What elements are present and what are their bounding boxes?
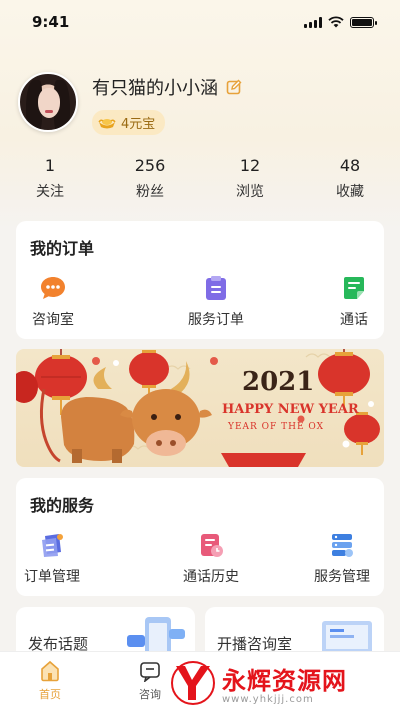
watermark: 永辉资源网 www.yhkjjj.com [166,654,400,711]
avatar[interactable] [18,72,78,132]
service-item-call-history[interactable]: 通话历史 [183,532,239,586]
promo-banner[interactable]: 2021 HAPPY NEW YEAR YEAR OF THE OX [16,349,384,467]
service-manage-icon [332,534,353,557]
chat-icon [140,662,160,682]
orders-items: 咨询室 服务订单 通话 [16,275,384,329]
orders-title: 我的订单 [30,239,95,258]
stat-value: 12 [239,156,261,175]
stat-following[interactable]: 1 关注 [0,156,100,201]
stat-favorites[interactable]: 48 收藏 [300,156,400,201]
stats-row: 1 关注 256 粉丝 12 浏览 48 收藏 [0,156,400,201]
edit-icon[interactable] [226,79,242,95]
banner-year: 2021 [242,367,315,397]
call-history-icon [201,534,223,557]
battery-icon [350,16,377,28]
chat-bubble-icon [41,277,65,299]
profile-section: 有只猫的小小涵 4元宝 [18,72,242,135]
order-manage-icon [42,534,63,557]
order-item-service-orders[interactable]: 服务订单 [188,275,244,329]
services-card: 我的服务 订单管理 通话历史 服务管理 [16,478,384,596]
coin-badge[interactable]: 4元宝 [92,110,166,135]
stat-label: 收藏 [336,184,364,200]
watermark-brand: 永辉资源网 [222,666,347,695]
order-item-consult-room[interactable]: 咨询室 [32,275,74,329]
tab-label: 咨询 [139,688,161,701]
service-item-label: 订单管理 [24,569,80,585]
tab-home[interactable]: 首页 [0,652,100,711]
order-item-label: 通话 [340,312,368,328]
clipboard-icon [206,276,226,300]
status-bar: 9:41 [0,0,400,44]
status-icons [304,16,377,28]
signal-icon [304,16,322,28]
home-icon [41,660,59,682]
stat-label: 粉丝 [136,184,164,200]
service-item-label: 服务管理 [314,569,370,585]
services-items: 订单管理 通话历史 服务管理 [16,532,384,586]
tab-label: 首页 [39,688,61,701]
watermark-logo-icon [171,660,215,705]
stat-value: 48 [339,156,361,175]
badge-text: 4元宝 [121,117,156,132]
services-title: 我的服务 [30,496,95,515]
user-name: 有只猫的小小涵 [92,78,218,99]
status-time: 9:41 [32,13,70,31]
service-item-order-management[interactable]: 订单管理 [24,532,80,586]
orders-card: 我的订单 咨询室 服务订单 通话 [16,221,384,339]
stat-views[interactable]: 12 浏览 [200,156,300,201]
document-call-icon [344,277,364,299]
stat-label: 浏览 [236,184,264,200]
banner-subline: YEAR OF THE OX [228,422,325,432]
stat-value: 1 [44,156,56,175]
stat-fans[interactable]: 256 粉丝 [100,156,200,201]
wifi-icon [328,16,344,28]
order-item-label: 咨询室 [32,312,74,328]
stat-label: 关注 [36,184,64,200]
service-item-label: 通话历史 [183,569,239,585]
order-item-call[interactable]: 通话 [340,275,368,329]
order-item-label: 服务订单 [188,312,244,328]
stat-value: 256 [134,156,166,175]
service-item-service-management[interactable]: 服务管理 [314,532,370,586]
banner-headline: HAPPY NEW YEAR [222,402,359,417]
gold-ingot-icon [98,118,116,128]
